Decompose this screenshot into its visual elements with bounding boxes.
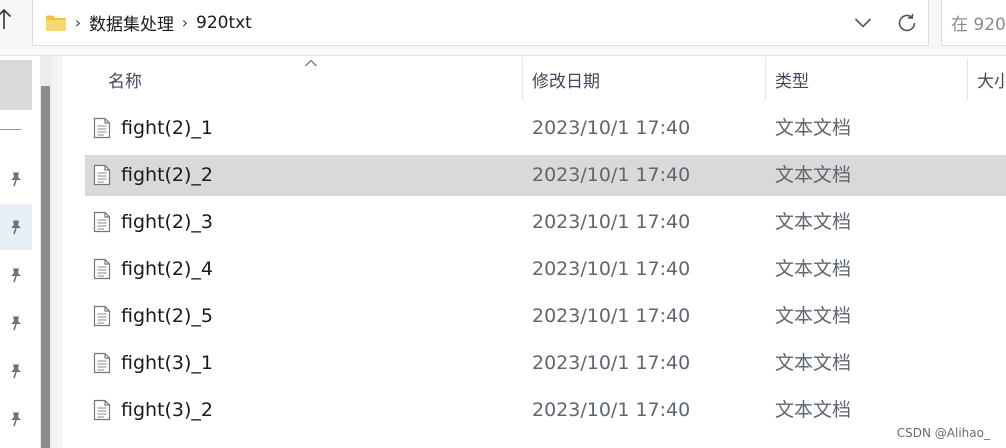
file-name: fight(2)_3 (121, 211, 214, 233)
pin-icon (11, 364, 21, 379)
folder-icon (46, 15, 66, 31)
file-row[interactable]: fight(2)_4 2023/10/1 17:40 文本文档 (85, 249, 1006, 290)
file-row[interactable]: fight(2)_2 2023/10/1 17:40 文本文档 (85, 155, 1006, 196)
file-modified-date: 2023/10/1 17:40 (532, 211, 691, 233)
address-bar-area: › 数据集处理 › 920txt 在 920txt (0, 0, 1006, 56)
file-modified-date: 2023/10/1 17:40 (532, 305, 691, 327)
nav-item-selected[interactable] (0, 60, 32, 110)
file-row[interactable]: fight(2)_1 2023/10/1 17:40 文本文档 (85, 108, 1006, 149)
text-file-icon (93, 258, 111, 280)
file-modified-date: 2023/10/1 17:40 (532, 117, 691, 139)
sort-caret-icon (305, 59, 317, 67)
file-explorer-window: › 数据集处理 › 920txt 在 920txt (0, 0, 1006, 448)
nav-item-pinned[interactable] (0, 348, 32, 394)
file-type: 文本文档 (775, 399, 852, 421)
search-placeholder: 在 920txt (951, 15, 1006, 35)
file-type: 文本文档 (775, 352, 852, 374)
file-name: fight(2)_4 (121, 258, 214, 280)
nav-item-pinned[interactable] (0, 204, 32, 250)
watermark: CSDN @Alihao_ (896, 426, 990, 440)
chevron-down-icon[interactable] (854, 17, 872, 29)
text-file-icon (93, 211, 111, 233)
file-row[interactable]: fight(3)_2 2023/10/1 17:40 文本文档 (85, 390, 1006, 431)
breadcrumb-chevron-icon[interactable]: › (71, 13, 85, 32)
address-bar[interactable]: › 数据集处理 › 920txt (32, 0, 929, 46)
search-input[interactable]: 在 920txt (941, 0, 1006, 46)
file-name: fight(2)_2 (121, 164, 214, 186)
pin-icon (11, 412, 21, 427)
file-type: 文本文档 (775, 117, 852, 139)
column-divider[interactable] (967, 58, 968, 100)
text-file-icon (93, 164, 111, 186)
file-name: fight(2)_1 (121, 117, 214, 139)
file-list: 名称 修改日期 类型 大小 fight(2)_1 2023/10/1 17:40 文… (62, 56, 1006, 448)
column-header-date[interactable]: 修改日期 (532, 56, 600, 102)
text-file-icon (93, 117, 111, 139)
file-type: 文本文档 (775, 164, 852, 186)
text-file-icon (93, 399, 111, 421)
column-header-name[interactable]: 名称 (108, 56, 142, 102)
nav-item-pinned[interactable] (0, 252, 32, 298)
pin-icon (11, 172, 21, 187)
nav-item-pinned[interactable] (0, 396, 32, 442)
file-type: 文本文档 (775, 211, 852, 233)
text-file-icon (93, 352, 111, 374)
file-type: 文本文档 (775, 305, 852, 327)
navigation-pane (0, 56, 32, 448)
pin-icon (11, 268, 21, 283)
breadcrumb-item-dataset[interactable]: 数据集处理 (89, 10, 174, 35)
file-modified-date: 2023/10/1 17:40 (532, 258, 691, 280)
file-modified-date: 2023/10/1 17:40 (532, 164, 691, 186)
file-name: fight(3)_1 (121, 352, 214, 374)
breadcrumb-chevron-icon[interactable]: › (178, 13, 192, 32)
nav-item-pinned[interactable] (0, 300, 32, 346)
column-header-size[interactable]: 大小 (977, 56, 1006, 102)
file-name: fight(2)_5 (121, 305, 214, 327)
refresh-icon[interactable] (896, 12, 918, 34)
column-divider[interactable] (522, 58, 523, 100)
nav-scrollbar[interactable] (40, 56, 52, 448)
scrollbar-thumb[interactable] (41, 86, 50, 448)
file-type: 文本文档 (775, 258, 852, 280)
file-row[interactable]: fight(2)_3 2023/10/1 17:40 文本文档 (85, 202, 1006, 243)
file-row[interactable]: fight(3)_1 2023/10/1 17:40 文本文档 (85, 343, 1006, 384)
pin-icon (11, 220, 21, 235)
breadcrumb-item-current[interactable]: 920txt (196, 13, 252, 33)
file-modified-date: 2023/10/1 17:40 (532, 399, 691, 421)
column-divider[interactable] (765, 58, 766, 100)
column-header-type[interactable]: 类型 (775, 56, 809, 102)
file-name: fight(3)_2 (121, 399, 214, 421)
up-arrow-icon[interactable] (0, 8, 16, 32)
nav-item-pinned[interactable] (0, 156, 32, 202)
pin-icon (11, 316, 21, 331)
nav-divider (0, 129, 21, 130)
address-tools (854, 0, 918, 46)
pane-separator (52, 56, 62, 448)
text-file-icon (93, 305, 111, 327)
file-modified-date: 2023/10/1 17:40 (532, 352, 691, 374)
file-row[interactable]: fight(2)_5 2023/10/1 17:40 文本文档 (85, 296, 1006, 337)
